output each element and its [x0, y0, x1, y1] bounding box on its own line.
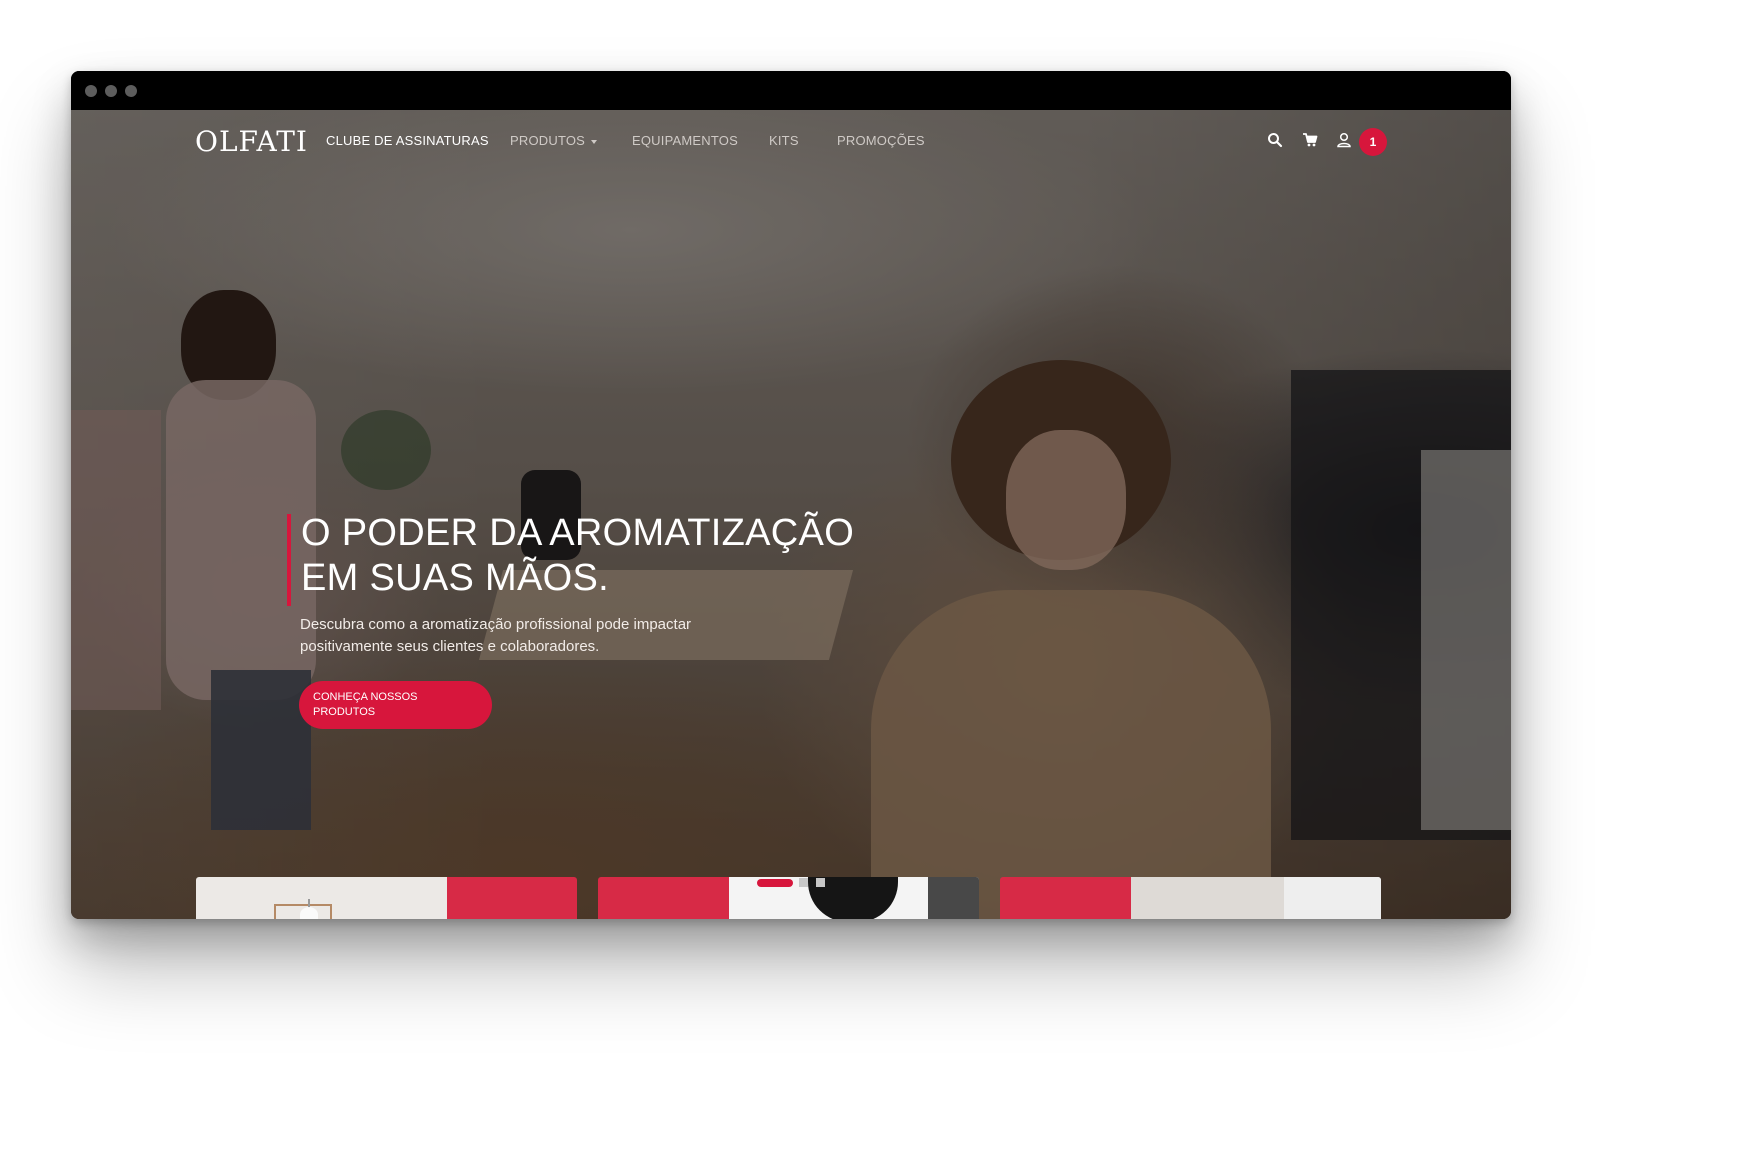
window-maximize-dot[interactable]: [125, 85, 137, 97]
slider-dot[interactable]: [816, 878, 825, 887]
search-icon[interactable]: [1266, 131, 1284, 149]
cart-icon[interactable]: [1301, 131, 1319, 149]
hero-banner: OLFATI CLUBE DE ASSINATURAS PRODUTOS EQU…: [71, 110, 1511, 919]
feature-card-3[interactable]: [1000, 877, 1381, 919]
window-close-dot[interactable]: [85, 85, 97, 97]
user-icon[interactable]: [1335, 131, 1353, 149]
browser-window: OLFATI CLUBE DE ASSINATURAS PRODUTOS EQU…: [71, 71, 1511, 919]
window-minimize-dot[interactable]: [105, 85, 117, 97]
feature-card-1[interactable]: [196, 877, 577, 919]
window-titlebar: [71, 71, 1511, 110]
nav-kits[interactable]: KITS: [769, 133, 799, 148]
nav-produtos-label: PRODUTOS: [510, 133, 586, 148]
headline-accent-bar: [287, 514, 291, 606]
olfati-logo[interactable]: OLFATI: [195, 125, 308, 158]
hero-subtitle: Descubra como a aromatização profissiona…: [300, 616, 692, 655]
nav-produtos[interactable]: PRODUTOS: [510, 133, 598, 148]
slider-dot-active[interactable]: [757, 879, 793, 887]
top-navbar: OLFATI CLUBE DE ASSINATURAS PRODUTOS EQU…: [71, 110, 1511, 172]
cta-conheca-produtos-button[interactable]: CONHEÇA NOSSOS PRODUTOS: [299, 681, 492, 729]
slider-dot[interactable]: [799, 878, 808, 887]
nav-clube-de-assinaturas[interactable]: CLUBE DE ASSINATURAS: [326, 133, 489, 148]
notification-badge[interactable]: 1: [1359, 128, 1387, 156]
chevron-down-icon: [591, 139, 598, 144]
hero-headline: O PODER DA AROMATIZAÇÃO EM SUAS MÃOS.: [301, 512, 855, 599]
nav-equipamentos[interactable]: EQUIPAMENTOS: [632, 133, 738, 148]
nav-promocoes[interactable]: PROMOÇÕES: [837, 133, 925, 148]
